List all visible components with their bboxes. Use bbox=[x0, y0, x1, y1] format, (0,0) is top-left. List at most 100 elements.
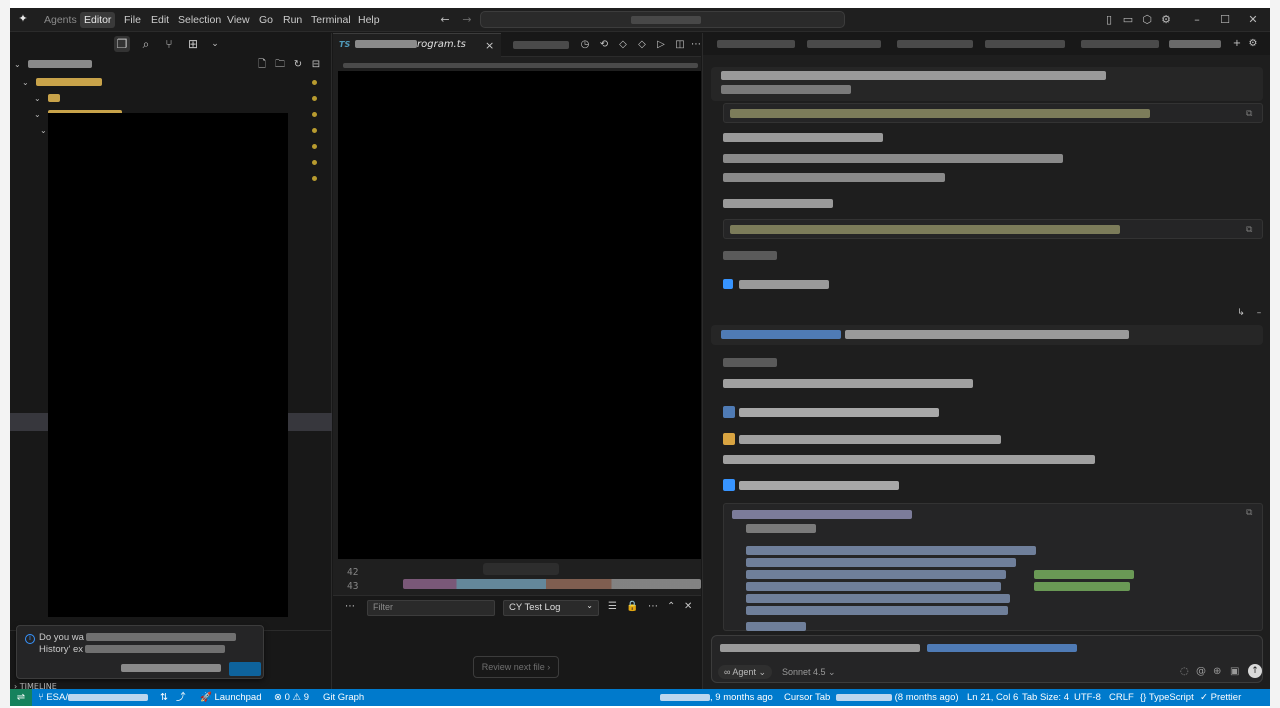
globe-icon[interactable]: ⊕ bbox=[1213, 666, 1221, 677]
tab-program-ts[interactable]: TS rogram.ts × bbox=[333, 33, 501, 57]
copy-icon[interactable]: ⧉ bbox=[1246, 508, 1252, 518]
agent-chat-input[interactable]: ∞ Agent ⌄ Sonnet 4.5 ⌄ ◌ @ ⊕ ▣ ↑ bbox=[711, 635, 1263, 683]
tab-inactive-blurred[interactable] bbox=[513, 41, 569, 49]
agent-chat-tab[interactable] bbox=[717, 40, 795, 48]
agent-chat-tab[interactable] bbox=[1081, 40, 1159, 48]
publish-status[interactable]: ⤴ bbox=[176, 691, 186, 704]
agent-chat-tab[interactable] bbox=[807, 40, 881, 48]
next-change-icon[interactable]: ◇ bbox=[634, 37, 650, 53]
compare-icon[interactable]: ⟲ bbox=[596, 37, 612, 53]
git-blame-line-status[interactable]: (8 months ago) bbox=[836, 691, 959, 704]
encoding-status[interactable]: UTF-8 bbox=[1074, 691, 1101, 704]
copy-icon[interactable]: ⧉ bbox=[1246, 109, 1252, 119]
forward-arrow-icon[interactable]: → bbox=[460, 13, 474, 27]
maximize-panel-icon[interactable]: ⌃ bbox=[667, 601, 675, 612]
thumbs-icon[interactable]: ↳ bbox=[1233, 305, 1249, 321]
breadcrumb[interactable] bbox=[343, 61, 698, 70]
tree-folder-row[interactable]: ⌄ bbox=[34, 91, 60, 107]
back-arrow-icon[interactable]: ← bbox=[438, 13, 452, 27]
filter-input[interactable]: Filter bbox=[367, 600, 495, 616]
run-icon[interactable]: ▷ bbox=[653, 37, 669, 53]
menu-selection[interactable]: Selection bbox=[174, 12, 225, 28]
copy-icon[interactable]: ⧉ bbox=[1246, 225, 1252, 235]
notification-primary-button[interactable] bbox=[229, 662, 261, 676]
extensions-icon[interactable]: ⊞ bbox=[185, 36, 201, 52]
new-folder-icon[interactable]: 🗀 bbox=[272, 57, 288, 73]
agent-mode-selector[interactable]: ∞ Agent ⌄ bbox=[718, 665, 772, 679]
settings-gear-icon[interactable]: ⚙ bbox=[1159, 13, 1173, 27]
tree-folder-row[interactable]: ⌄ bbox=[40, 123, 47, 139]
cursor-tab-status[interactable]: Cursor Tab bbox=[784, 691, 830, 704]
errors-count: 0 bbox=[284, 692, 290, 703]
explorer-tree-header: ⌄ 🗋 🗀 ↻ ⊟ bbox=[10, 57, 332, 73]
sync-status[interactable]: ⇅ bbox=[160, 691, 168, 704]
send-button[interactable]: ↑ bbox=[1248, 664, 1262, 678]
close-panel-icon[interactable]: ✕ bbox=[684, 601, 692, 612]
lock-icon[interactable]: 🔒 bbox=[626, 601, 638, 612]
git-blame-status[interactable]: , 9 months ago bbox=[660, 691, 773, 704]
tab-size-status[interactable]: Tab Size: 4 bbox=[1022, 691, 1069, 704]
menu-agents[interactable]: Agents bbox=[40, 12, 81, 28]
typescript-file-icon: TS bbox=[339, 40, 351, 49]
minimize-icon[interactable]: – bbox=[1190, 13, 1204, 27]
mention-at-icon[interactable]: @ bbox=[1196, 666, 1206, 677]
remote-indicator-icon[interactable]: ⇌ bbox=[10, 689, 32, 706]
new-file-icon[interactable]: 🗋 bbox=[254, 57, 270, 73]
background-window-edge bbox=[0, 0, 10, 708]
menu-file[interactable]: File bbox=[120, 12, 145, 28]
search-icon[interactable]: ⌕ bbox=[138, 36, 154, 52]
agent-chat-tab[interactable] bbox=[897, 40, 973, 48]
language-status[interactable]: {} TypeScript bbox=[1140, 691, 1194, 704]
tree-folder-row[interactable]: ⌄ bbox=[22, 75, 102, 91]
close-icon[interactable]: ✕ bbox=[1246, 13, 1260, 27]
prettier-status[interactable]: ✓ Prettier bbox=[1200, 691, 1241, 704]
menu-view[interactable]: View bbox=[223, 12, 254, 28]
source-control-icon[interactable]: ⑂ bbox=[161, 36, 177, 52]
git-branch-status[interactable]: ⑂ ESA/ bbox=[38, 691, 148, 704]
extensions-icon[interactable]: ⬡ bbox=[1140, 13, 1154, 27]
menu-editor[interactable]: Editor bbox=[80, 12, 116, 28]
code-line-blurred[interactable] bbox=[403, 579, 701, 589]
review-next-file-button[interactable]: Review next file › bbox=[473, 656, 559, 678]
agent-chat-tab-active[interactable] bbox=[1169, 40, 1221, 48]
word-wrap-icon[interactable]: ☰ bbox=[608, 601, 617, 612]
menu-help[interactable]: Help bbox=[354, 12, 384, 28]
cursor-position-status[interactable]: Ln 21, Col 6 bbox=[967, 691, 1018, 704]
command-search-box[interactable] bbox=[480, 11, 845, 28]
menu-run[interactable]: Run bbox=[279, 12, 306, 28]
collapse-all-icon[interactable]: ⊟ bbox=[308, 57, 324, 73]
new-chat-icon[interactable]: + bbox=[1229, 36, 1245, 52]
maximize-icon[interactable]: ☐ bbox=[1218, 13, 1232, 27]
timeline-icon[interactable]: ◷ bbox=[577, 37, 593, 53]
workspace-root-row[interactable]: ⌄ bbox=[14, 57, 92, 73]
more-actions-icon[interactable]: ⋯ bbox=[648, 601, 658, 612]
cursor-tab-label: Cursor Tab bbox=[784, 692, 831, 703]
assistant-heading-blurred bbox=[739, 481, 899, 490]
refresh-icon[interactable]: ↻ bbox=[290, 57, 306, 73]
layout-sidebar-icon[interactable]: ▯ bbox=[1102, 13, 1116, 27]
problems-status[interactable]: ⊗ 0 ⚠ 9 bbox=[274, 691, 309, 704]
launchpad-status[interactable]: 🚀 Launchpad bbox=[200, 691, 262, 704]
explorer-icon[interactable]: ❐ bbox=[114, 36, 130, 52]
model-selector[interactable]: Sonnet 4.5 ⌄ bbox=[782, 665, 836, 679]
agent-chat-tab[interactable] bbox=[985, 40, 1065, 48]
menu-terminal[interactable]: Terminal bbox=[307, 12, 355, 28]
layout-panel-icon[interactable]: ▭ bbox=[1121, 13, 1135, 27]
output-channel-select[interactable]: CY Test Log ⌄ bbox=[503, 600, 599, 616]
eol-status[interactable]: CRLF bbox=[1109, 691, 1134, 704]
settings-gear-icon[interactable]: ⚙ bbox=[1245, 36, 1261, 52]
chevron-down-icon[interactable]: ⌄ bbox=[207, 36, 223, 52]
folder-name-blurred bbox=[47, 94, 60, 102]
split-editor-icon[interactable]: ◫ bbox=[672, 37, 688, 53]
minus-icon[interactable]: – bbox=[1251, 305, 1267, 321]
language-mode: TypeScript bbox=[1148, 692, 1194, 703]
more-actions-icon[interactable]: ⋯ bbox=[345, 601, 355, 612]
tab-close-icon[interactable]: × bbox=[485, 39, 494, 52]
notification-secondary-action[interactable] bbox=[121, 664, 221, 672]
image-attach-icon[interactable]: ▣ bbox=[1230, 666, 1239, 677]
previous-change-icon[interactable]: ◇ bbox=[615, 37, 631, 53]
modified-dot bbox=[312, 112, 317, 117]
menu-go[interactable]: Go bbox=[255, 12, 277, 28]
menu-edit[interactable]: Edit bbox=[147, 12, 173, 28]
git-graph-status[interactable]: Git Graph bbox=[323, 691, 364, 704]
